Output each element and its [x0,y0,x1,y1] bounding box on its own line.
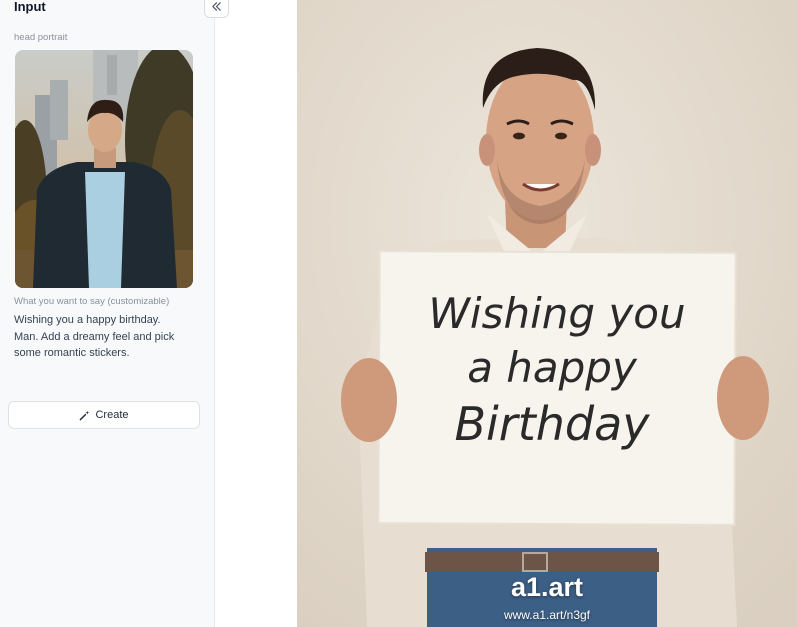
sign-line-3: Birthday [454,397,650,451]
portrait-photo-illustration [15,50,193,288]
input-sidebar: Input head portrait What you want to say… [0,0,215,627]
watermark-url: www.a1.art/n3gf [503,608,591,622]
double-chevron-left-icon [212,1,221,11]
magic-wand-icon [80,410,90,420]
sign-line-1: Wishing you [428,289,685,338]
generated-result-image: Wishing you a happy Birthday a1.art www.… [297,0,797,627]
sign-line-2: a happy [467,343,638,392]
message-field-label: What you want to say (customizable) [14,296,170,307]
create-button-label: Create [95,409,129,421]
head-portrait-image[interactable] [15,50,193,288]
create-button[interactable]: Create [8,401,200,429]
message-text-value[interactable]: Wishing you a happy birthday. Man. Add a… [14,312,179,362]
collapse-sidebar-button[interactable] [204,0,229,18]
result-photo-illustration: Wishing you a happy Birthday [297,0,797,627]
watermark-logo: a1.art [510,572,584,602]
panel-title: Input [14,0,46,14]
portrait-field-label: head portrait [14,32,68,43]
content-gutter [215,0,297,627]
